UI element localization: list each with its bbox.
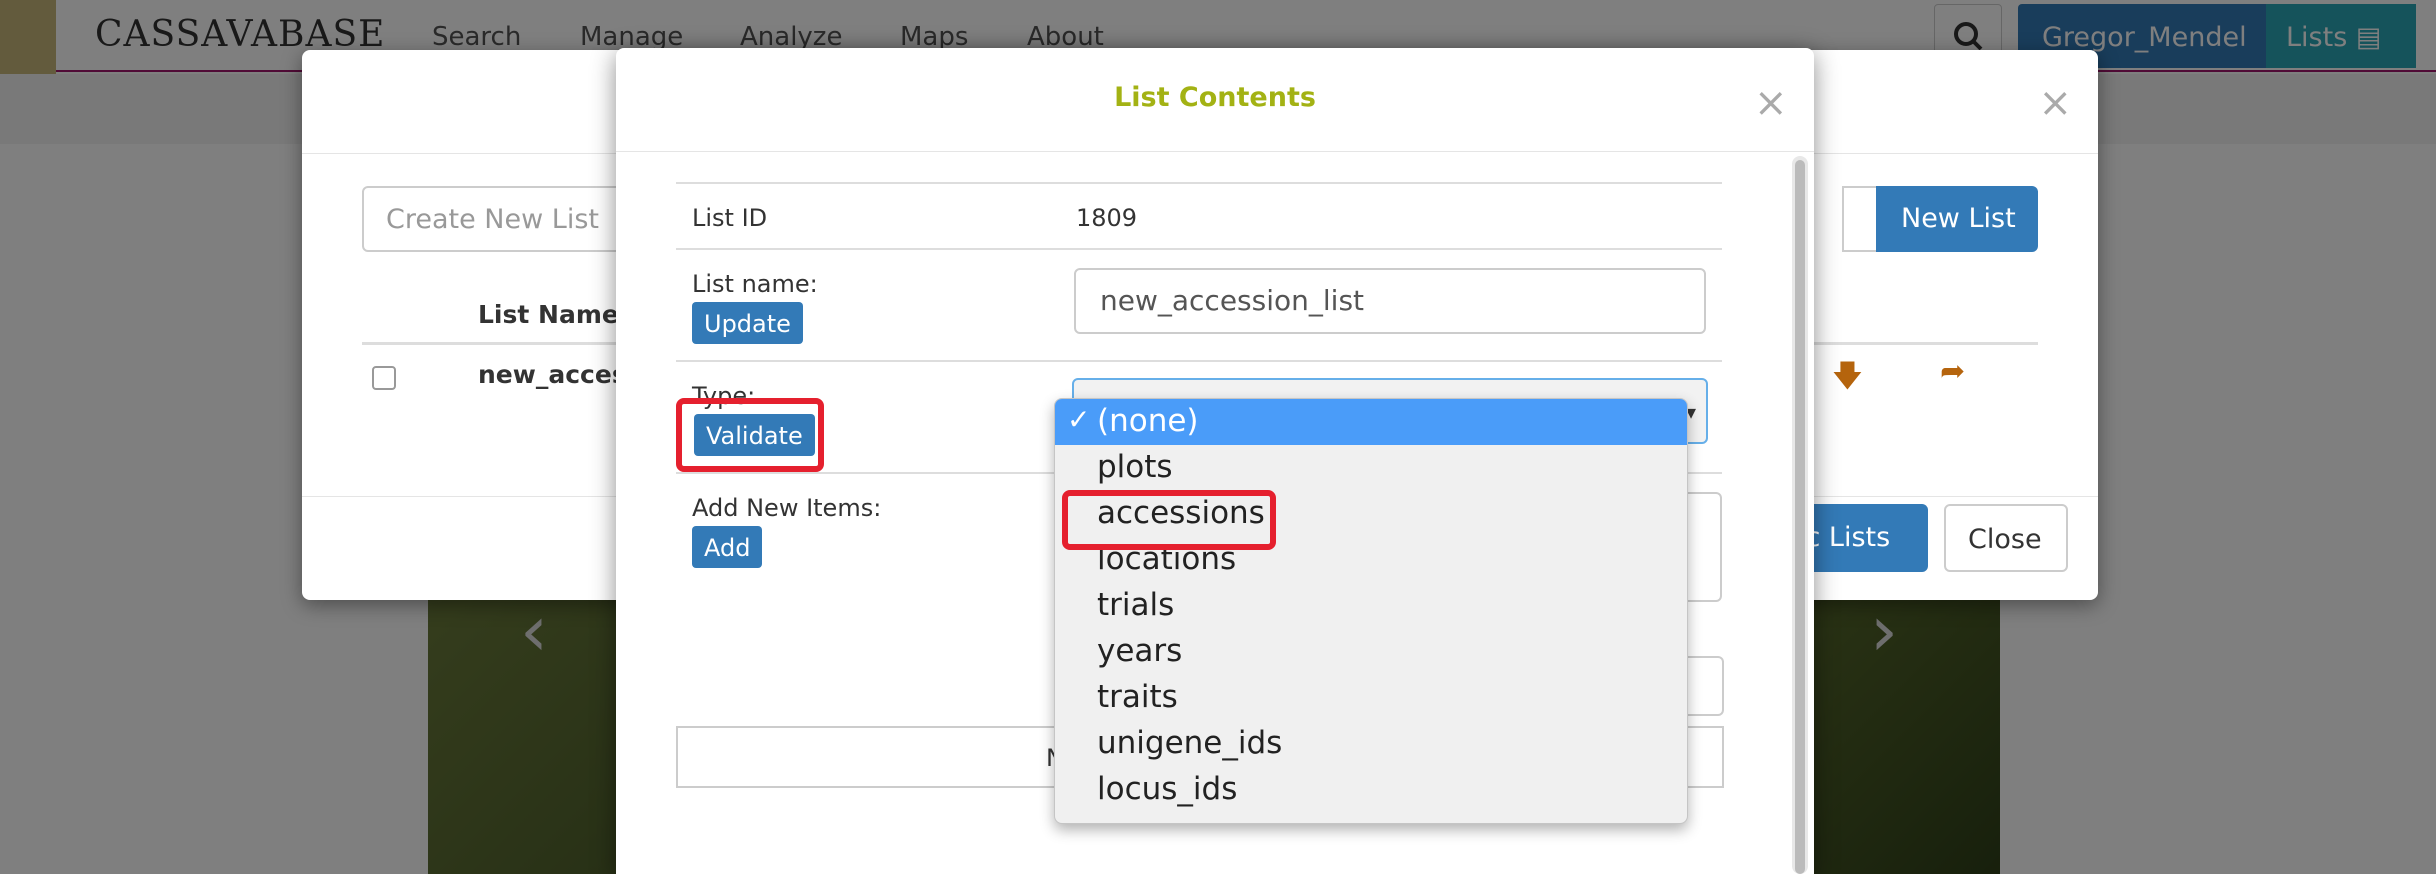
dropdown-option-unigene-ids[interactable]: unigene_ids [1055,721,1687,767]
dropdown-option-none[interactable]: ✓ (none) [1055,399,1687,445]
download-arrow-icon[interactable]: 🡇 [1832,354,1863,405]
modal-title: List Contents [1114,82,1316,113]
new-list-button[interactable]: New List [1876,186,2038,252]
dropdown-option-locus-ids[interactable]: locus_ids [1055,767,1687,813]
close-icon[interactable]: × [2038,80,2072,126]
scrollbar-thumb[interactable] [1795,160,1805,874]
add-button[interactable]: Add [692,526,763,568]
type-dropdown-menu: ✓ (none) plots accessions locations tria… [1054,398,1688,824]
list-contents-header: List Contents × [616,48,1814,152]
checkmark-icon: ✓ [1067,403,1091,436]
list-name-input[interactable]: new_accession_list [1074,268,1706,334]
list-name-label: List name: [692,270,818,298]
validate-highlight [676,398,824,472]
add-items-label: Add New Items: [692,494,882,522]
accessions-highlight [1062,490,1276,550]
secondary-input[interactable] [1682,656,1724,716]
dropdown-option-years[interactable]: years [1055,629,1687,675]
dropdown-option-trials[interactable]: trials [1055,583,1687,629]
list-row-name[interactable]: new_acces [478,360,627,389]
option-label: (none) [1097,403,1199,439]
add-items-textarea[interactable] [1682,492,1722,602]
dropdown-option-traits[interactable]: traits [1055,675,1687,721]
dropdown-option-plots[interactable]: plots [1055,445,1687,491]
row-divider [676,248,1722,250]
list-id-label: List ID [692,204,768,232]
row-divider [676,360,1722,362]
list-id-value: 1809 [1076,204,1138,232]
row-divider [676,182,1722,184]
update-button[interactable]: Update [692,302,803,344]
close-button[interactable]: Close [1944,504,2068,572]
column-header-list-name: List Name [478,300,619,329]
share-arrow-icon[interactable]: ➦ [1940,354,1965,389]
close-icon[interactable]: × [1754,80,1788,126]
list-row-checkbox[interactable] [372,366,396,390]
